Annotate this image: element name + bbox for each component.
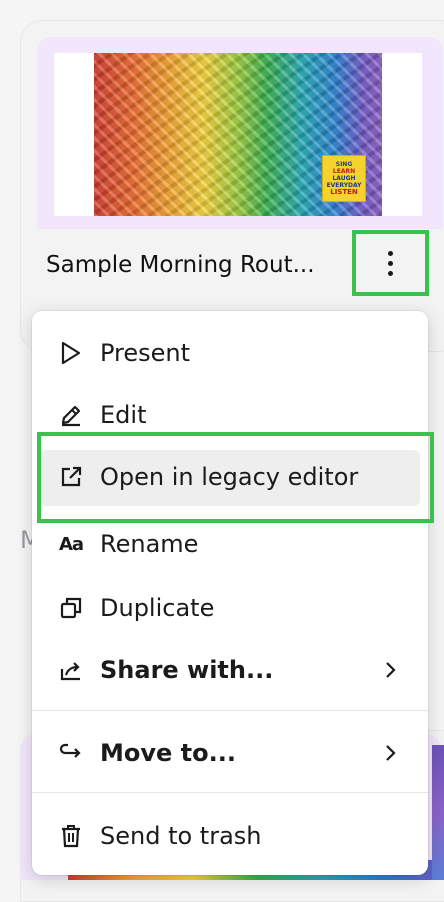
share-icon bbox=[58, 657, 84, 683]
context-menu: Present Edit Open in legacy editor Aa Re… bbox=[32, 311, 428, 875]
card-title[interactable]: Sample Morning Rout... bbox=[46, 252, 315, 278]
menu-item-label: Move to... bbox=[100, 739, 236, 767]
menu-item-present[interactable]: Present bbox=[32, 322, 428, 384]
chevron-right-icon bbox=[382, 661, 400, 679]
pencil-icon bbox=[58, 402, 84, 428]
thumbnail-image-2-edge bbox=[432, 745, 444, 880]
menu-item-rename[interactable]: Aa Rename bbox=[32, 513, 428, 575]
menu-item-label: Present bbox=[100, 339, 191, 367]
menu-item-send-to-trash[interactable]: Send to trash bbox=[32, 805, 428, 867]
menu-item-edit[interactable]: Edit bbox=[32, 384, 428, 446]
duplicate-icon bbox=[58, 595, 84, 621]
badge-line: SING bbox=[335, 161, 353, 168]
menu-item-label: Rename bbox=[100, 530, 199, 558]
menu-item-label: Open in legacy editor bbox=[100, 463, 359, 491]
menu-item-label: Duplicate bbox=[100, 594, 215, 622]
menu-item-duplicate[interactable]: Duplicate bbox=[32, 577, 428, 639]
badge-line: LISTEN bbox=[330, 188, 358, 196]
badge-line: LAUGH bbox=[332, 175, 356, 182]
more-options-button[interactable] bbox=[352, 230, 429, 296]
menu-item-move-to[interactable]: Move to... bbox=[32, 722, 428, 784]
trash-icon bbox=[58, 823, 84, 849]
move-icon bbox=[58, 740, 84, 766]
menu-divider bbox=[32, 710, 428, 711]
logo-badge: SING LEARN LAUGH EVERYDAY LISTEN bbox=[322, 155, 366, 202]
thumbnail-image[interactable]: SING LEARN LAUGH EVERYDAY LISTEN bbox=[54, 53, 422, 216]
menu-item-label: Send to trash bbox=[100, 822, 262, 850]
menu-item-label: Edit bbox=[100, 401, 147, 429]
menu-item-share-with[interactable]: Share with... bbox=[32, 639, 428, 701]
kebab-icon bbox=[388, 250, 393, 276]
badge-line: LEARN bbox=[332, 168, 356, 175]
rename-icon: Aa bbox=[58, 533, 84, 555]
menu-divider bbox=[32, 792, 428, 793]
chevron-right-icon bbox=[382, 744, 400, 762]
play-icon bbox=[58, 340, 84, 366]
external-link-icon bbox=[58, 464, 84, 490]
menu-item-open-legacy-editor[interactable]: Open in legacy editor bbox=[32, 446, 428, 508]
menu-item-label: Share with... bbox=[100, 656, 274, 684]
